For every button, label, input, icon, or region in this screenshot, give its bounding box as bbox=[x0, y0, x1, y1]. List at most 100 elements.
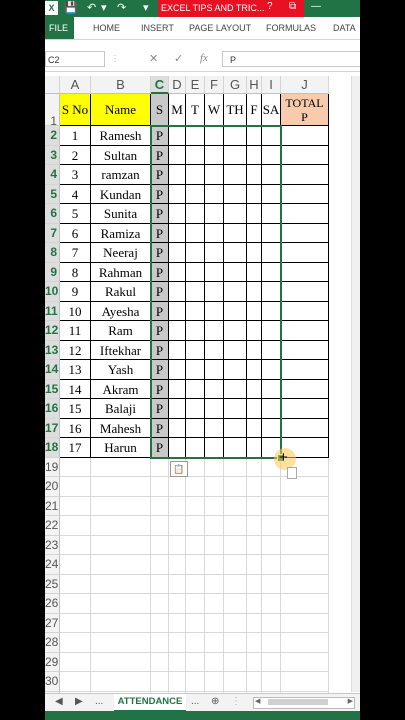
tab-page-layout[interactable]: PAGE LAYOUT bbox=[189, 17, 251, 39]
cell-m[interactable] bbox=[169, 399, 186, 419]
empty-cell[interactable] bbox=[186, 535, 205, 555]
tab-data[interactable]: DATA bbox=[333, 17, 356, 39]
row-header[interactable]: 1 bbox=[45, 94, 60, 128]
cell-total[interactable] bbox=[281, 321, 329, 341]
cell-w[interactable] bbox=[205, 145, 224, 165]
empty-cell[interactable] bbox=[186, 672, 205, 692]
column-header-g[interactable]: G bbox=[224, 76, 247, 94]
row-header[interactable]: 13 bbox=[45, 340, 60, 360]
empty-cell[interactable] bbox=[60, 672, 91, 692]
cell-total[interactable] bbox=[281, 418, 329, 438]
empty-cell[interactable] bbox=[247, 613, 262, 633]
scroll-right-icon[interactable]: ▶ bbox=[348, 697, 353, 705]
add-sheet-icon[interactable]: ⊕ bbox=[211, 696, 219, 707]
empty-cell[interactable] bbox=[247, 516, 262, 536]
next-sheet-icon[interactable]: ▶ bbox=[75, 696, 83, 707]
vertical-scrollbar[interactable] bbox=[351, 76, 360, 692]
cell-name[interactable]: Ramesh bbox=[91, 126, 151, 146]
empty-cell[interactable] bbox=[60, 633, 91, 653]
empty-cell[interactable] bbox=[151, 555, 169, 575]
cell-sno[interactable]: 2 bbox=[60, 145, 91, 165]
empty-cell[interactable] bbox=[247, 457, 262, 477]
header-cell-total[interactable]: TOTAL P bbox=[281, 94, 329, 126]
cell-sa[interactable] bbox=[262, 262, 281, 282]
cell-w[interactable] bbox=[205, 301, 224, 321]
column-header-f[interactable]: F bbox=[205, 76, 224, 94]
empty-cell[interactable] bbox=[151, 672, 169, 692]
cell-s[interactable]: P bbox=[151, 126, 169, 146]
save-icon[interactable]: 💾 bbox=[64, 1, 78, 15]
empty-cell[interactable] bbox=[281, 516, 329, 536]
cell-th[interactable] bbox=[224, 204, 247, 224]
header-cell-sa[interactable]: SA bbox=[262, 94, 281, 126]
cell-m[interactable] bbox=[169, 165, 186, 185]
empty-cell[interactable] bbox=[186, 477, 205, 497]
empty-cell[interactable] bbox=[205, 594, 224, 614]
empty-cell[interactable] bbox=[262, 672, 281, 692]
empty-cell[interactable] bbox=[186, 457, 205, 477]
row-header[interactable]: 23 bbox=[45, 535, 60, 555]
column-header-i[interactable]: I bbox=[262, 76, 281, 94]
cell-m[interactable] bbox=[169, 204, 186, 224]
header-cell-f[interactable]: F bbox=[247, 94, 262, 126]
empty-cell[interactable] bbox=[186, 633, 205, 653]
cell-name[interactable]: Kundan bbox=[91, 184, 151, 204]
cell-sno[interactable]: 11 bbox=[60, 321, 91, 341]
cell-s[interactable]: P bbox=[151, 301, 169, 321]
empty-cell[interactable] bbox=[186, 516, 205, 536]
cell-f[interactable] bbox=[247, 262, 262, 282]
tab-formulas[interactable]: FORMULAS bbox=[266, 17, 316, 39]
empty-cell[interactable] bbox=[247, 594, 262, 614]
cell-th[interactable] bbox=[224, 340, 247, 360]
empty-cell[interactable] bbox=[91, 574, 151, 594]
cell-sno[interactable]: 8 bbox=[60, 262, 91, 282]
header-cell-m[interactable]: M bbox=[169, 94, 186, 126]
empty-cell[interactable] bbox=[205, 457, 224, 477]
cell-m[interactable] bbox=[169, 145, 186, 165]
empty-cell[interactable] bbox=[169, 574, 186, 594]
empty-cell[interactable] bbox=[60, 496, 91, 516]
empty-cell[interactable] bbox=[262, 516, 281, 536]
row-header[interactable]: 5 bbox=[45, 184, 60, 204]
empty-cell[interactable] bbox=[169, 477, 186, 497]
cell-name[interactable]: Neeraj bbox=[91, 243, 151, 263]
empty-cell[interactable] bbox=[262, 496, 281, 516]
empty-cell[interactable] bbox=[151, 633, 169, 653]
cell-s[interactable]: P bbox=[151, 223, 169, 243]
empty-cell[interactable] bbox=[151, 496, 169, 516]
cell-w[interactable] bbox=[205, 340, 224, 360]
cell-m[interactable] bbox=[169, 340, 186, 360]
select-all-corner[interactable] bbox=[45, 76, 60, 94]
cell-f[interactable] bbox=[247, 418, 262, 438]
empty-cell[interactable] bbox=[151, 594, 169, 614]
cell-m[interactable] bbox=[169, 301, 186, 321]
cell-s[interactable]: P bbox=[151, 379, 169, 399]
undo-icon[interactable]: ↶ bbox=[87, 1, 96, 15]
cell-w[interactable] bbox=[205, 165, 224, 185]
row-header[interactable]: 24 bbox=[45, 555, 60, 575]
customize-toolbar-icon[interactable]: ▾ bbox=[143, 1, 149, 15]
empty-cell[interactable] bbox=[91, 535, 151, 555]
cell-s[interactable]: P bbox=[151, 399, 169, 419]
cell-th[interactable] bbox=[224, 223, 247, 243]
cell-m[interactable] bbox=[169, 438, 186, 458]
cell-name[interactable]: Sultan bbox=[91, 145, 151, 165]
empty-cell[interactable] bbox=[60, 535, 91, 555]
help-icon[interactable]: ? bbox=[267, 1, 273, 12]
empty-cell[interactable] bbox=[247, 496, 262, 516]
empty-cell[interactable] bbox=[169, 594, 186, 614]
header-cell-s[interactable]: S bbox=[151, 94, 169, 126]
empty-cell[interactable] bbox=[205, 613, 224, 633]
empty-cell[interactable] bbox=[205, 535, 224, 555]
column-header-j[interactable]: J bbox=[281, 76, 329, 94]
cell-f[interactable] bbox=[247, 204, 262, 224]
cell-t[interactable] bbox=[186, 262, 205, 282]
column-header-e[interactable]: E bbox=[186, 76, 205, 94]
cell-sno[interactable]: 17 bbox=[60, 438, 91, 458]
empty-cell[interactable] bbox=[169, 516, 186, 536]
cell-t[interactable] bbox=[186, 438, 205, 458]
row-header[interactable]: 11 bbox=[45, 301, 60, 321]
cell-sa[interactable] bbox=[262, 399, 281, 419]
cell-w[interactable] bbox=[205, 379, 224, 399]
cell-f[interactable] bbox=[247, 438, 262, 458]
